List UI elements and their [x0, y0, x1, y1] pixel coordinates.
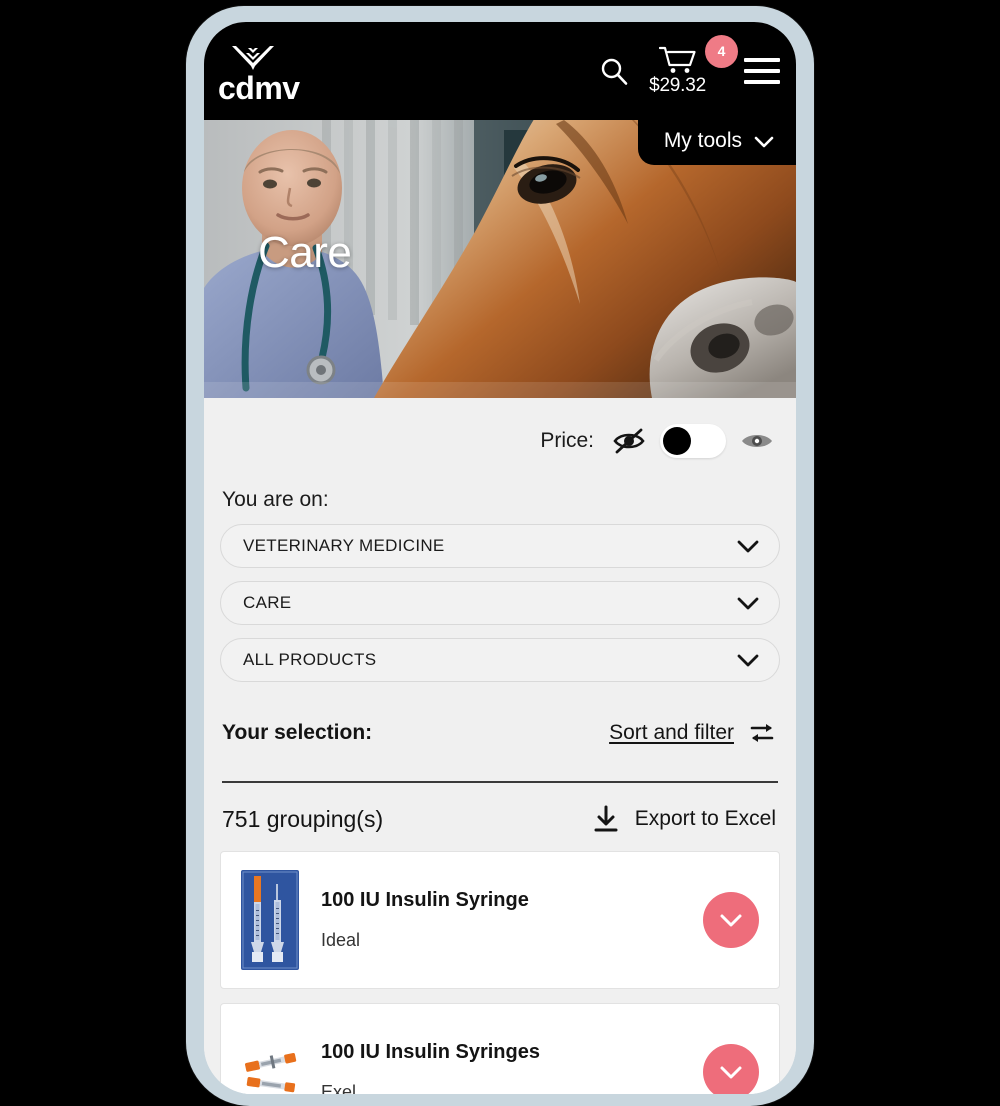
insulin-syringes-orange-pack-image	[241, 1022, 299, 1094]
page-content: Price: You are on: VETERINARY MEDICINE C…	[204, 398, 796, 1094]
product-card[interactable]: 100 IU Insulin Syringe Ideal	[220, 851, 780, 989]
export-to-excel-button[interactable]: Export to Excel	[593, 805, 776, 833]
chevron-down-icon	[720, 914, 742, 927]
eye-icon[interactable]	[740, 429, 774, 453]
sort-and-filter-button[interactable]: Sort and filter	[609, 721, 776, 745]
hamburger-menu-icon[interactable]	[744, 58, 780, 84]
cart-item-count-badge: 4	[705, 34, 738, 68]
phone-frame: cdmv $29.32 4 Care My tools Price: You a…	[186, 6, 814, 1106]
my-tools-dropdown[interactable]: My tools	[637, 120, 796, 165]
select-care[interactable]: CARE	[220, 581, 780, 625]
product-name: 100 IU Insulin Syringe	[321, 889, 529, 911]
page-title: Care	[258, 228, 352, 277]
eye-slash-icon[interactable]	[612, 428, 646, 454]
download-icon	[594, 805, 618, 832]
shopping-cart-icon	[658, 46, 696, 73]
sort-and-filter-label: Sort and filter	[609, 721, 734, 744]
groupings-count: 751 grouping(s)	[222, 805, 384, 832]
product-brand: Exel	[321, 1082, 357, 1094]
price-visibility-control: Price:	[220, 398, 780, 466]
insulin-syringe-blue-pack-image	[241, 870, 299, 970]
chevron-down-icon	[720, 1066, 742, 1079]
toggle-knob	[663, 427, 691, 455]
selection-title: Your selection:	[222, 721, 373, 744]
chevron-down-icon	[754, 136, 774, 147]
my-tools-label: My tools	[663, 129, 742, 152]
breadcrumb-heading: You are on:	[222, 488, 329, 511]
select-label: VETERINARY MEDICINE	[243, 536, 445, 555]
product-thumbnail	[241, 870, 299, 970]
search-icon[interactable]	[599, 56, 629, 86]
product-card[interactable]: 100 IU Insulin Syringes Exel	[220, 1003, 780, 1094]
select-all-products[interactable]: ALL PRODUCTS	[220, 638, 780, 682]
product-info: 100 IU Insulin Syringes Exel	[321, 1041, 703, 1094]
chevron-down-icon	[737, 597, 759, 610]
header-actions: $29.32 4	[599, 34, 780, 97]
select-label: CARE	[243, 593, 292, 612]
select-label: ALL PRODUCTS	[243, 650, 377, 669]
brand-logo[interactable]: cdmv	[218, 44, 300, 104]
v-bird-logo-icon	[232, 46, 274, 70]
export-label: Export to Excel	[634, 807, 776, 830]
selection-header: Your selection: Sort and filter	[220, 695, 780, 745]
app-header: cdmv $29.32 4	[204, 22, 796, 120]
phone-screen: cdmv $29.32 4 Care My tools Price: You a…	[204, 22, 796, 1094]
product-brand: Ideal	[321, 930, 361, 950]
expand-product-button[interactable]	[703, 1044, 759, 1094]
chevron-down-icon	[737, 654, 759, 667]
swap-arrows-icon	[750, 724, 774, 742]
chevron-down-icon	[737, 540, 759, 553]
expand-product-button[interactable]	[703, 892, 759, 948]
cart-button[interactable]: $29.32 4	[649, 34, 738, 97]
price-label: Price:	[540, 429, 594, 452]
cart-total-amount: $29.32	[649, 74, 706, 96]
product-name: 100 IU Insulin Syringes	[321, 1041, 540, 1063]
product-thumbnail	[241, 1022, 299, 1094]
select-veterinary-medicine[interactable]: VETERINARY MEDICINE	[220, 524, 780, 568]
product-info: 100 IU Insulin Syringe Ideal	[321, 889, 703, 951]
brand-wordmark: cdmv	[218, 70, 300, 106]
hero-banner: Care My tools	[204, 120, 796, 398]
results-header: 751 grouping(s) Export to Excel	[220, 783, 780, 851]
price-toggle-switch[interactable]	[660, 424, 726, 458]
